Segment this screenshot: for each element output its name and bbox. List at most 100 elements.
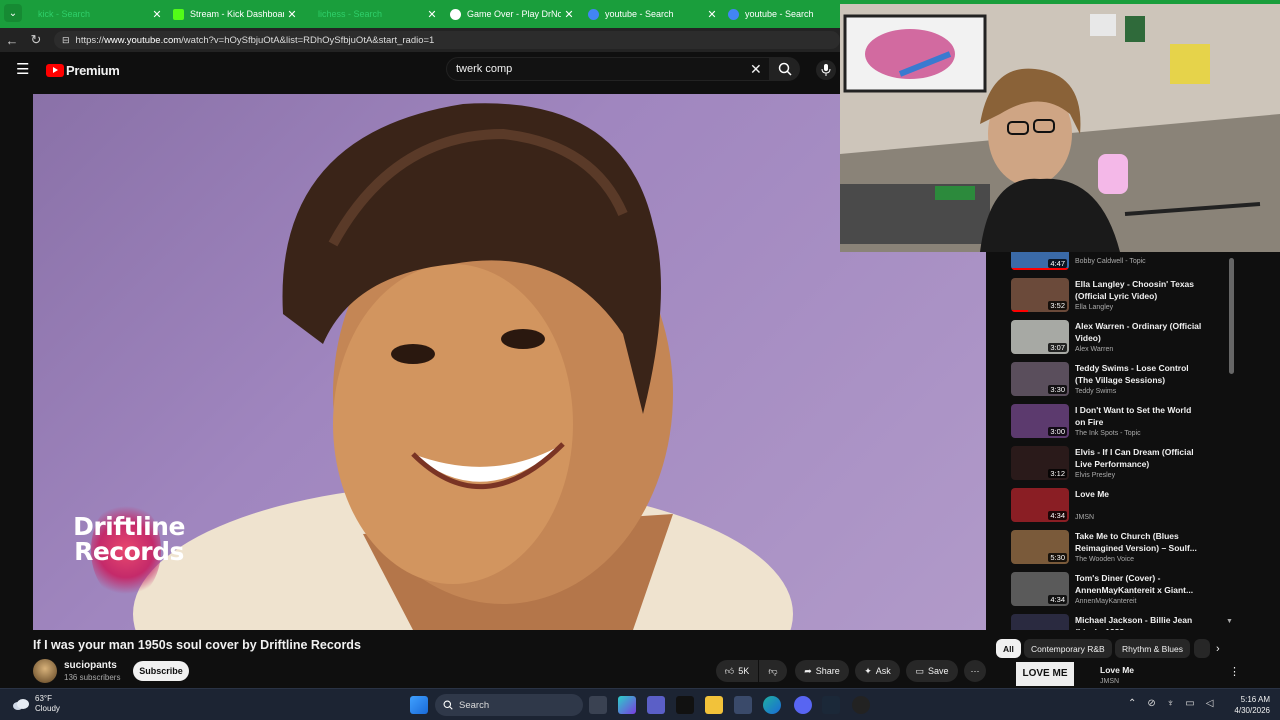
windows-search[interactable]: Search xyxy=(435,694,583,716)
like-button[interactable]: 👍︎ 5K xyxy=(716,660,758,682)
queue-thumbnail[interactable]: 3:07 xyxy=(1011,320,1069,354)
queue-title[interactable]: Love Me xyxy=(1075,488,1203,500)
queue-item[interactable]: 3:12 Elvis - If I Can Dream (Official Liv… xyxy=(1011,446,1236,486)
channel-avatar[interactable] xyxy=(33,659,57,683)
more-icon: ⋯ xyxy=(970,665,980,676)
queue-title[interactable]: Teddy Swims - Lose Control (The Village … xyxy=(1075,362,1203,386)
url-path: /watch?v=hOySfbjuOtA&list=RDhOySfbjuOtA&… xyxy=(181,34,435,46)
more-actions-button[interactable]: ⋯ xyxy=(964,660,986,682)
tab-lichess-search[interactable]: lichess - Search ✕ xyxy=(310,2,440,26)
kick-icon xyxy=(173,8,184,20)
steam-icon[interactable] xyxy=(822,696,840,714)
youtube-premium-logo[interactable]: Premium xyxy=(46,63,120,78)
close-icon[interactable]: ✕ xyxy=(149,8,165,21)
tab-kick-dashboard[interactable]: Stream - Kick Dashboard ✕ xyxy=(165,2,300,26)
chevron-right-icon[interactable]: › xyxy=(1216,643,1220,655)
tab-kick-search[interactable]: kick - Search ✕ xyxy=(30,2,165,26)
share-icon: ➦ xyxy=(804,665,812,676)
queue-item[interactable]: Michael Jackson - Billie Jean (Live) - 1… xyxy=(1011,614,1236,630)
queue-thumbnail[interactable]: 3:12 xyxy=(1011,446,1069,480)
speaker-icon[interactable]: ◁ xyxy=(1206,698,1214,709)
queue-item[interactable]: 4:34 Tom's Diner (Cover) - AnnenMayKanter… xyxy=(1011,572,1236,612)
channel-name[interactable]: suciopants xyxy=(64,660,117,671)
chevron-up-icon[interactable]: ⌃ xyxy=(1128,698,1136,709)
url-prefix: https:// xyxy=(75,34,105,46)
queue-item[interactable]: 5:30 Take Me to Church (Blues Reimagined … xyxy=(1011,530,1236,570)
queue-title[interactable]: Alex Warren - Ordinary (Official Video) xyxy=(1075,320,1203,344)
queue-thumbnail[interactable]: 3:30 xyxy=(1011,362,1069,396)
queue-thumbnail[interactable]: 3:00 xyxy=(1011,404,1069,438)
back-icon[interactable]: ← xyxy=(0,33,24,48)
subscribe-button[interactable]: Subscribe xyxy=(133,661,189,681)
tab-youtube-search-2[interactable]: youtube - Search xyxy=(720,2,840,26)
ask-button[interactable]: ✦ Ask xyxy=(855,660,900,682)
queue-title[interactable]: Take Me to Church (Blues Reimagined Vers… xyxy=(1075,530,1203,554)
queue-title[interactable]: Ella Langley - Choosin' Texas (Official … xyxy=(1075,278,1203,302)
queue-thumbnail[interactable]: 4:34 xyxy=(1011,572,1069,606)
weather-widget[interactable]: 63°F Cloudy xyxy=(12,694,60,714)
queue-item[interactable]: 4:47 Bobby Caldwell - Topic xyxy=(1011,252,1236,276)
queue-item[interactable]: 3:52 Ella Langley - Choosin' Texas (Offic… xyxy=(1011,278,1236,318)
close-icon[interactable]: ✕ xyxy=(284,8,300,21)
queue-item[interactable]: 3:30 Teddy Swims - Lose Control (The Vill… xyxy=(1011,362,1236,402)
tab-list-button[interactable]: ⌄ xyxy=(4,4,22,22)
display-icon[interactable]: ▭ xyxy=(1185,698,1194,709)
clock[interactable]: 5:16 AM 4/30/2026 xyxy=(1222,694,1270,716)
close-icon[interactable]: ✕ xyxy=(561,8,577,21)
microphone-icon[interactable]: ♆ xyxy=(1167,698,1175,709)
ask-label: Ask xyxy=(875,666,891,676)
chip-partial[interactable] xyxy=(1194,639,1210,658)
queue-title[interactable]: I Don't Want to Set the World on Fire xyxy=(1075,404,1203,428)
clear-search-icon[interactable]: ✕ xyxy=(750,61,762,78)
obs-icon[interactable] xyxy=(852,696,870,714)
voice-search-button[interactable] xyxy=(816,60,836,80)
store-icon[interactable] xyxy=(734,696,752,714)
hulu-icon[interactable] xyxy=(676,696,694,714)
tab-game-over[interactable]: Game Over - Play DrNotso ✕ xyxy=(442,2,577,26)
queue-thumbnail[interactable]: 3:52 xyxy=(1011,278,1069,312)
chip-all[interactable]: All xyxy=(996,639,1021,658)
network-icon[interactable]: ⊘ xyxy=(1147,698,1155,709)
queue-scrollbar[interactable] xyxy=(1229,258,1234,374)
thumbs-down-icon: 👎︎ xyxy=(768,665,778,676)
teams-icon[interactable] xyxy=(647,696,665,714)
queue-title[interactable]: Tom's Diner (Cover) - AnnenMayKantereit … xyxy=(1075,572,1203,596)
queue-item[interactable]: 3:07 Alex Warren - Ordinary (Official Vid… xyxy=(1011,320,1236,360)
queue-thumbnail[interactable]: 4:34 xyxy=(1011,488,1069,522)
queue-title[interactable]: Elvis - If I Can Dream (Official Live Pe… xyxy=(1075,446,1203,470)
queue-title[interactable]: Michael Jackson - Billie Jean (Live) - 1… xyxy=(1075,614,1203,630)
search-engine-icon xyxy=(588,8,599,20)
search-label: Search xyxy=(459,699,490,711)
next-video-thumbnail[interactable]: LOVE ME xyxy=(1016,662,1074,686)
reload-icon[interactable]: ↻ xyxy=(24,32,48,48)
url-field[interactable]: ⊟ https://www.youtube.com/watch?v=hOySfb… xyxy=(54,31,840,49)
save-button[interactable]: ▭ Save xyxy=(906,660,958,682)
close-icon[interactable]: ✕ xyxy=(424,8,440,21)
chip-rhythm-blues[interactable]: Rhythm & Blues xyxy=(1115,639,1190,658)
more-vertical-icon[interactable]: ⋮ xyxy=(1229,665,1240,678)
tab-youtube-search-1[interactable]: youtube - Search ✕ xyxy=(580,2,720,26)
task-view-icon[interactable] xyxy=(589,696,607,714)
close-icon[interactable]: ✕ xyxy=(704,8,720,21)
queue-thumbnail[interactable] xyxy=(1011,614,1069,630)
file-explorer-icon[interactable] xyxy=(705,696,723,714)
queue-thumbnail[interactable]: 4:47 xyxy=(1011,252,1069,270)
edge-icon[interactable] xyxy=(763,696,781,714)
search-input[interactable]: twerk comp xyxy=(446,57,770,81)
start-icon[interactable] xyxy=(410,696,428,714)
discord-icon[interactable] xyxy=(794,696,812,714)
search-button[interactable] xyxy=(770,57,800,81)
duration-badge: 3:52 xyxy=(1048,301,1067,310)
share-button[interactable]: ➦ Share xyxy=(795,660,849,682)
dislike-button[interactable]: 👎︎ xyxy=(759,660,787,682)
chip-contemporary-rnb[interactable]: Contemporary R&B xyxy=(1024,639,1112,658)
scroll-down-icon[interactable]: ▼ xyxy=(1226,618,1233,625)
queue-item[interactable]: 4:34 Love Me JMSN xyxy=(1011,488,1236,528)
tab-label: Game Over - Play DrNotso xyxy=(467,9,561,19)
copilot-icon[interactable] xyxy=(618,696,636,714)
next-video-title[interactable]: Love Me xyxy=(1100,665,1134,675)
queue-item[interactable]: 3:00 I Don't Want to Set the World on Fir… xyxy=(1011,404,1236,444)
queue-thumbnail[interactable]: 5:30 xyxy=(1011,530,1069,564)
site-info-icon[interactable]: ⊟ xyxy=(62,35,70,46)
menu-icon[interactable]: ☰ xyxy=(16,62,32,78)
